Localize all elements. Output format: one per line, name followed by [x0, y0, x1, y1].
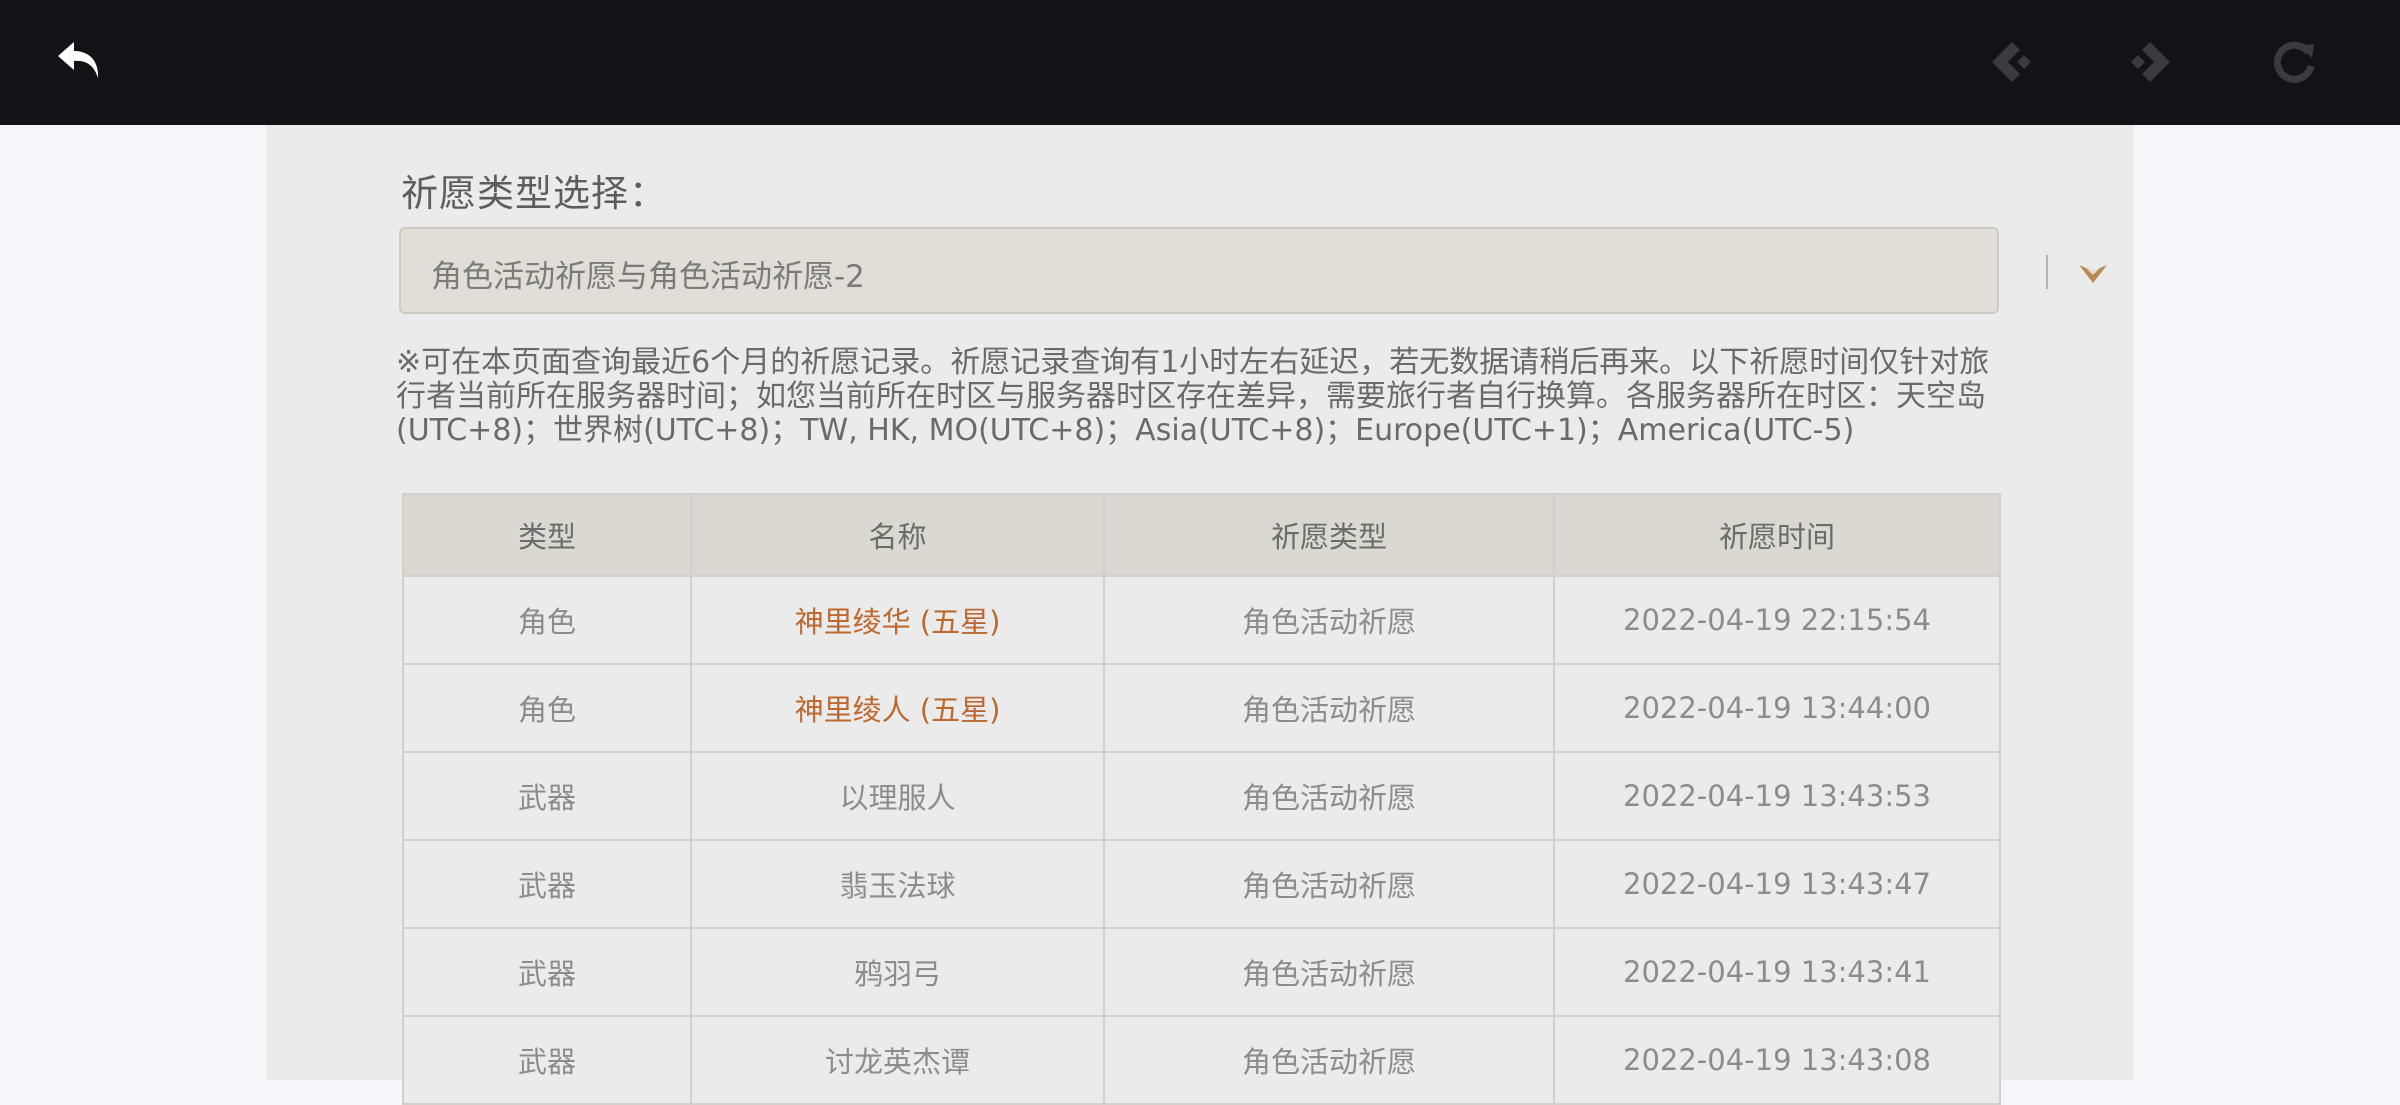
cell-wish-type: 角色活动祈愿	[1103, 927, 1555, 1017]
cell-wish-time: 2022-04-19 13:43:08	[1553, 1015, 2001, 1105]
cell-wish-type: 角色活动祈愿	[1103, 1015, 1555, 1105]
cell-wish-type: 角色活动祈愿	[1103, 751, 1555, 841]
table-row: 角色 神里绫华 (五星) 角色活动祈愿 2022-04-19 22:15:54	[402, 575, 2001, 665]
cell-wish-time: 2022-04-19 13:43:53	[1553, 751, 2001, 841]
chevron-down-icon	[2079, 265, 2107, 283]
table-header-row: 类型 名称 祈愿类型 祈愿时间	[402, 493, 2001, 577]
wish-notice-text: ※可在本页面查询最近6个月的祈愿记录。祈愿记录查询有1小时左右延迟，若无数据请稍…	[396, 345, 1990, 448]
cell-wish-time: 2022-04-19 13:44:00	[1553, 663, 2001, 753]
cell-name: 以理服人	[690, 751, 1105, 841]
select-divider	[2046, 255, 2048, 289]
cell-type: 武器	[402, 751, 692, 841]
wish-history-panel: 祈愿类型选择： 角色活动祈愿与角色活动祈愿-2 ※可在本页面查询最近6个月的祈愿…	[266, 125, 2134, 1105]
table-row: 武器 翡玉法球 角色活动祈愿 2022-04-19 13:43:47	[402, 839, 2001, 929]
header-wish-type: 祈愿类型	[1103, 493, 1555, 577]
table-row: 角色 神里绫人 (五星) 角色活动祈愿 2022-04-19 13:44:00	[402, 663, 2001, 753]
cell-name: 鸦羽弓	[690, 927, 1105, 1017]
table-row: 武器 以理服人 角色活动祈愿 2022-04-19 13:43:53	[402, 751, 2001, 841]
next-diamond-icon	[2131, 42, 2170, 82]
prev-button[interactable]	[1980, 30, 2044, 94]
wish-type-select[interactable]: 角色活动祈愿与角色活动祈愿-2	[399, 227, 2107, 314]
wish-records-table: 类型 名称 祈愿类型 祈愿时间 角色 神里绫华 (五星) 角色活动祈愿 2022…	[402, 493, 2001, 1105]
table-row: 武器 讨龙英杰谭 角色活动祈愿 2022-04-19 13:43:08	[402, 1015, 2001, 1105]
cell-name: 翡玉法球	[690, 839, 1105, 929]
cell-wish-time: 2022-04-19 22:15:54	[1553, 575, 2001, 665]
table-row: 武器 鸦羽弓 角色活动祈愿 2022-04-19 13:43:41	[402, 927, 2001, 1017]
wish-type-selected-value: 角色活动祈愿与角色活动祈愿-2	[431, 259, 865, 295]
back-arrow-icon	[58, 42, 99, 78]
cell-name: 讨龙英杰谭	[690, 1015, 1105, 1105]
cell-type: 角色	[402, 575, 692, 665]
cell-type: 角色	[402, 663, 692, 753]
cell-wish-type: 角色活动祈愿	[1103, 663, 1555, 753]
wish-type-label: 祈愿类型选择：	[401, 172, 667, 215]
cell-name: 神里绫人 (五星)	[690, 663, 1105, 753]
cell-type: 武器	[402, 1015, 692, 1105]
cell-wish-type: 角色活动祈愿	[1103, 839, 1555, 929]
refresh-button[interactable]	[2262, 30, 2326, 94]
cell-type: 武器	[402, 839, 692, 929]
header-name: 名称	[690, 493, 1105, 577]
header-wish-time: 祈愿时间	[1553, 493, 2001, 577]
back-button[interactable]	[48, 30, 112, 94]
cell-type: 武器	[402, 927, 692, 1017]
refresh-icon	[2273, 41, 2315, 83]
top-toolbar	[0, 0, 2400, 125]
cell-name: 神里绫华 (五星)	[690, 575, 1105, 665]
cell-wish-type: 角色活动祈愿	[1103, 575, 1555, 665]
cell-wish-time: 2022-04-19 13:43:41	[1553, 927, 2001, 1017]
cell-wish-time: 2022-04-19 13:43:47	[1553, 839, 2001, 929]
next-button[interactable]	[2118, 30, 2182, 94]
header-type: 类型	[402, 493, 692, 577]
prev-diamond-icon	[1992, 42, 2031, 82]
